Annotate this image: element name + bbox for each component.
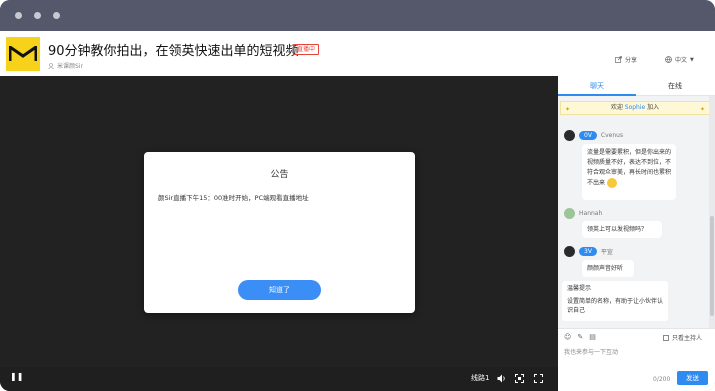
active-tab-indicator <box>558 94 636 96</box>
window-dot-2[interactable] <box>34 12 41 19</box>
send-button[interactable]: 发送 <box>677 371 708 385</box>
app-window: 90分钟教你拍出，在领英快速出单的短视频 直播中 米课颜Sir 分享 中文 ▼ … <box>0 0 715 391</box>
scrollbar-thumb[interactable] <box>710 216 714 316</box>
chat-input-area: ☺ ✎ ▤ 只看主持人 我也来参与一下互动 0/200 发送 <box>558 328 715 391</box>
share-label: 分享 <box>625 57 638 64</box>
share-icon <box>615 56 622 63</box>
window-dot-1[interactable] <box>15 12 22 19</box>
message-author: 平宣 <box>600 249 613 256</box>
host-name: 米课颜Sir <box>57 63 83 70</box>
level-badge: 3V <box>579 247 597 256</box>
message-author: Hannah <box>579 210 603 217</box>
message-text: 领英上可以发视频吗？ <box>587 226 648 233</box>
volume-icon[interactable] <box>497 374 506 383</box>
avatar <box>564 246 575 257</box>
welcome-suffix: 加入 <box>647 104 660 111</box>
page-title: 90分钟教你拍出，在领英快速出单的短视频 <box>48 44 299 59</box>
logo-m-icon <box>9 46 37 61</box>
sidebar-tabs: 聊天 在线 <box>558 76 715 96</box>
clipboard-icon[interactable]: ▤ <box>589 333 596 341</box>
host-only-checkbox[interactable] <box>663 334 669 341</box>
user-icon <box>48 62 54 69</box>
edit-icon[interactable]: ✎ <box>577 333 583 341</box>
message-bubble: 流量是需要累积，但是你出来的视频质量不好，表达不到位，不符合观众审美，再长时间也… <box>582 144 676 200</box>
live-status-badge: 直播中 <box>293 44 320 55</box>
announcement-dialog: 公告 颜Sir直播下午15：00准时开始，PC端观看直播地址 知道了 <box>144 152 415 313</box>
tip-text: 设置简单的名称，有助于让小伙伴认识自己 <box>567 298 664 314</box>
window-dot-3[interactable] <box>53 12 60 19</box>
language-label: 中文 <box>675 57 688 64</box>
line-select[interactable]: 线路1 <box>471 373 489 383</box>
host-info: 米课颜Sir <box>48 61 83 70</box>
chat-input[interactable]: 我也来参与一下互动 <box>564 347 618 356</box>
char-counter: 0/200 <box>653 376 671 383</box>
acknowledge-button[interactable]: 知道了 <box>238 280 321 300</box>
welcome-prefix: 欢迎 <box>610 104 623 111</box>
message-bubble: 颜颜声音好听 <box>582 260 634 277</box>
avatar <box>564 208 575 219</box>
chat-tools: ☺ ✎ ▤ <box>564 333 596 341</box>
tab-chat[interactable]: 聊天 <box>558 81 636 91</box>
chevron-down-icon: ▼ <box>690 56 694 63</box>
host-only-label: 只看主持人 <box>672 335 703 342</box>
message-text: 流量是需要累积，但是你出来的视频质量不好，表达不到位，不符合观众审美，再长时间也… <box>587 149 672 187</box>
page-header: 90分钟教你拍出，在领英快速出单的短视频 直播中 米课颜Sir 分享 中文 ▼ <box>0 31 715 76</box>
tip-notice: 温馨提示 设置简单的名称，有助于让小伙伴认识自己 <box>562 281 668 321</box>
chat-sidebar: 聊天 在线 ✦ 欢迎 Sophie 加入 ✦ 0V Cvenus 流量是需要累积… <box>558 76 715 391</box>
message-bubble: 领英上可以发视频吗？ <box>582 221 662 238</box>
level-badge: 0V <box>579 131 597 140</box>
smile-emoji-icon <box>606 178 617 188</box>
message-header: 0V Cvenus <box>564 130 623 141</box>
tip-title: 温馨提示 <box>567 285 592 292</box>
message-text: 颜颜声音好听 <box>587 265 624 272</box>
avatar <box>564 130 575 141</box>
chat-scrollbar[interactable] <box>709 96 715 328</box>
emoji-icon[interactable]: ☺ <box>564 333 571 341</box>
share-button[interactable]: 分享 <box>615 55 637 64</box>
confetti-icon: ✦ <box>565 106 571 113</box>
pause-icon[interactable]: ❚❚ <box>10 372 23 381</box>
announcement-title: 公告 <box>270 170 289 180</box>
message-author: Cvenus <box>600 132 624 139</box>
webfullscreen-icon[interactable] <box>515 374 524 383</box>
welcome-name: Sophie <box>624 104 646 111</box>
fullscreen-icon[interactable] <box>534 374 543 383</box>
tab-online[interactable]: 在线 <box>636 81 714 91</box>
message-header: Hannah <box>564 208 602 219</box>
player-controls: ❚❚ 线路1 <box>0 367 558 391</box>
welcome-notice: ✦ 欢迎 Sophie 加入 ✦ <box>560 101 710 115</box>
language-select[interactable]: 中文 ▼ <box>665 55 694 64</box>
brand-logo <box>6 37 40 71</box>
globe-icon <box>665 56 672 63</box>
window-titlebar <box>0 0 715 31</box>
message-header: 3V 平宣 <box>564 246 613 257</box>
announcement-body: 颜Sir直播下午15：00准时开始，PC端观看直播地址 <box>158 194 309 202</box>
host-only-toggle[interactable]: 只看主持人 <box>663 333 702 342</box>
confetti-icon: ✦ <box>699 106 705 113</box>
